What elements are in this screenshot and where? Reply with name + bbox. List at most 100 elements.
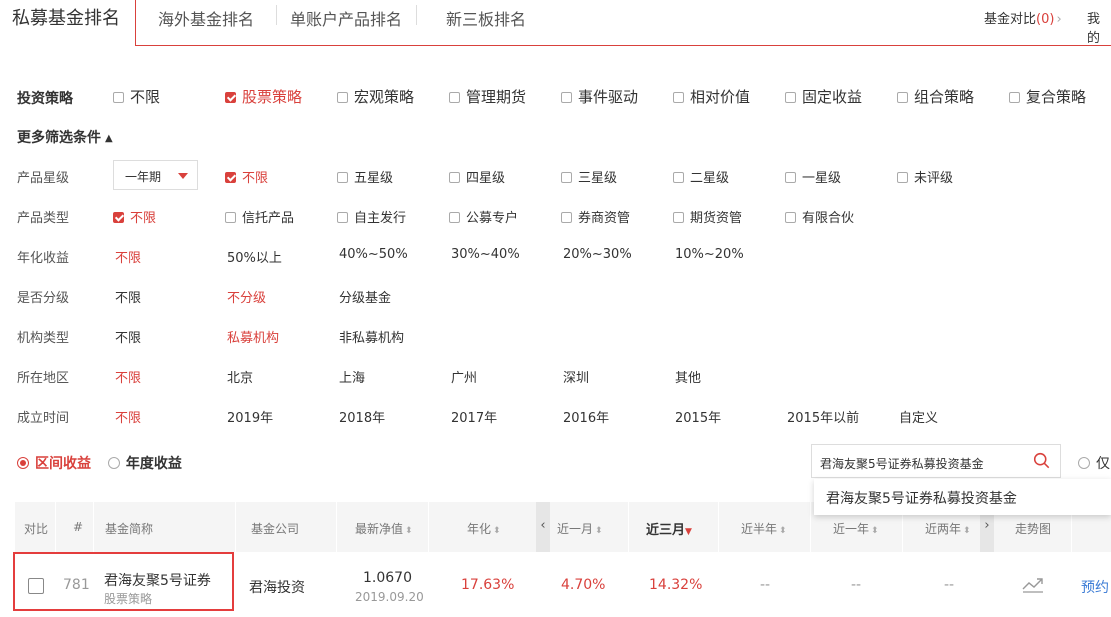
only-option[interactable]: 仅 (1078, 453, 1110, 473)
yearly-return-radio[interactable]: 年度收益 (107, 456, 182, 472)
graded-option-selected[interactable]: 不分级 (227, 287, 266, 306)
graded-option[interactable]: 分级基金 (339, 287, 391, 306)
checkbox-icon[interactable] (449, 212, 460, 223)
rating-option[interactable]: 未评级 (897, 167, 953, 186)
checkbox-icon[interactable] (785, 172, 796, 183)
col-3m-sort-active[interactable]: 近三月▼ (646, 519, 692, 538)
product-type-option[interactable]: 自主发行 (337, 207, 406, 226)
checkbox-icon[interactable] (561, 212, 572, 223)
checkbox-icon[interactable] (785, 212, 796, 223)
graded-option[interactable]: 不限 (115, 287, 141, 306)
more-filters-toggle[interactable]: 更多筛选条件 ▲ (17, 127, 113, 147)
region-option-selected[interactable]: 不限 (115, 367, 141, 386)
checkbox-icon[interactable] (561, 172, 572, 183)
checkbox-icon[interactable] (1009, 92, 1020, 103)
product-type-option-selected[interactable]: 不限 (113, 207, 156, 226)
checkbox-icon[interactable] (897, 172, 908, 183)
founded-option[interactable]: 2018年 (339, 407, 385, 426)
scroll-left-button[interactable]: ‹ (536, 502, 550, 552)
col-annual-sort[interactable]: 年化 ⬍ (467, 520, 501, 537)
region-option[interactable]: 上海 (339, 367, 365, 386)
rating-option[interactable]: 四星级 (449, 167, 505, 186)
annual-return-option[interactable]: 40%~50% (339, 247, 408, 262)
founded-option[interactable]: 2015年以前 (787, 407, 859, 426)
product-type-option[interactable]: 期货资管 (673, 207, 742, 226)
strategy-option[interactable]: 宏观策略 (337, 86, 414, 107)
radio-icon[interactable] (1078, 457, 1090, 469)
checkbox-icon[interactable] (673, 92, 684, 103)
checkbox-checked-icon[interactable] (225, 172, 236, 183)
founded-option[interactable]: 2016年 (563, 407, 609, 426)
checkbox-icon[interactable] (337, 212, 348, 223)
region-option[interactable]: 其他 (675, 367, 701, 386)
org-type-option[interactable]: 不限 (115, 327, 141, 346)
region-option[interactable]: 广州 (451, 367, 477, 386)
product-type-option[interactable]: 公募专户 (449, 207, 518, 226)
checkbox-icon[interactable] (337, 92, 348, 103)
annual-return-option[interactable]: 50%以上 (227, 247, 282, 266)
annual-return-option-selected[interactable]: 不限 (115, 247, 141, 266)
founded-option[interactable]: 2019年 (227, 407, 273, 426)
tab-single-account-ranking[interactable]: 单账户产品排名 (290, 6, 402, 30)
col-nav-sort[interactable]: 最新净值 ⬍ (355, 520, 413, 537)
strategy-option[interactable]: 相对价值 (673, 86, 750, 107)
radio-checked-icon[interactable] (17, 457, 29, 469)
reserve-link[interactable]: 预约 (1081, 577, 1109, 597)
checkbox-icon[interactable] (673, 172, 684, 183)
product-type-option[interactable]: 有限合伙 (785, 207, 854, 226)
product-type-option[interactable]: 信托产品 (225, 207, 294, 226)
rating-option[interactable]: 一星级 (785, 167, 841, 186)
strategy-option[interactable]: 事件驱动 (561, 86, 638, 107)
strategy-option[interactable]: 固定收益 (785, 86, 862, 107)
tab-private-fund-ranking[interactable]: 私募基金排名 (0, 0, 136, 46)
org-type-option-selected[interactable]: 私募机构 (227, 327, 279, 346)
search-icon[interactable] (1033, 452, 1050, 469)
rating-option[interactable]: 二星级 (673, 167, 729, 186)
radio-icon[interactable] (107, 457, 120, 469)
tab-new-third-board-ranking[interactable]: 新三板排名 (446, 6, 526, 30)
annual-return-option[interactable]: 10%~20% (675, 247, 744, 262)
fund-compare-link[interactable]: 基金对比(0) › (984, 8, 1062, 27)
strategy-option[interactable]: 不限 (113, 86, 160, 107)
col-2y-sort[interactable]: 近两年 ⬍ (925, 520, 971, 537)
strategy-option-selected[interactable]: 股票策略 (225, 86, 302, 107)
col-1m-sort[interactable]: 近一月 ⬍ (557, 520, 603, 537)
checkbox-icon[interactable] (337, 172, 348, 183)
region-option[interactable]: 北京 (227, 367, 253, 386)
annual-return-option[interactable]: 30%~40% (451, 247, 520, 262)
checkbox-icon[interactable] (449, 92, 460, 103)
annual-return-option[interactable]: 20%~30% (563, 247, 632, 262)
rating-option[interactable]: 三星级 (561, 167, 617, 186)
checkbox-icon[interactable] (897, 92, 908, 103)
rating-period-select[interactable]: 一年期 (113, 160, 198, 190)
checkbox-icon[interactable] (673, 212, 684, 223)
checkbox-checked-icon[interactable] (113, 212, 124, 223)
founded-option-selected[interactable]: 不限 (115, 407, 141, 426)
checkbox-checked-icon[interactable] (225, 92, 236, 103)
founded-option[interactable]: 2015年 (675, 407, 721, 426)
col-6m-sort[interactable]: 近半年 ⬍ (741, 520, 787, 537)
product-type-option[interactable]: 券商资管 (561, 207, 630, 226)
checkbox-icon[interactable] (785, 92, 796, 103)
tab-overseas-fund-ranking[interactable]: 海外基金排名 (158, 6, 254, 30)
col-1y-sort[interactable]: 近一年 ⬍ (833, 520, 879, 537)
fund-search-input[interactable]: 君海友聚5号证券私募投资基金 (811, 444, 1061, 478)
search-suggestion-item[interactable]: 君海友聚5号证券私募投资基金 (814, 479, 1111, 515)
founded-option[interactable]: 2017年 (451, 407, 497, 426)
checkbox-icon[interactable] (225, 212, 236, 223)
founded-option-custom[interactable]: 自定义 (899, 407, 938, 426)
checkbox-icon[interactable] (449, 172, 460, 183)
strategy-option[interactable]: 管理期货 (449, 86, 526, 107)
my-link[interactable]: 我的 (1087, 8, 1111, 46)
rating-option[interactable]: 五星级 (337, 167, 393, 186)
org-type-option[interactable]: 非私募机构 (339, 327, 404, 346)
trend-chart-icon[interactable] (1022, 577, 1044, 593)
strategy-option[interactable]: 复合策略 (1009, 86, 1086, 107)
checkbox-icon[interactable] (113, 92, 124, 103)
checkbox-icon[interactable] (561, 92, 572, 103)
region-option[interactable]: 深圳 (563, 367, 589, 386)
interval-return-radio[interactable]: 区间收益 (17, 456, 91, 472)
strategy-option[interactable]: 组合策略 (897, 86, 974, 107)
row-company[interactable]: 君海投资 (249, 577, 305, 597)
rating-option-selected[interactable]: 不限 (225, 167, 268, 186)
